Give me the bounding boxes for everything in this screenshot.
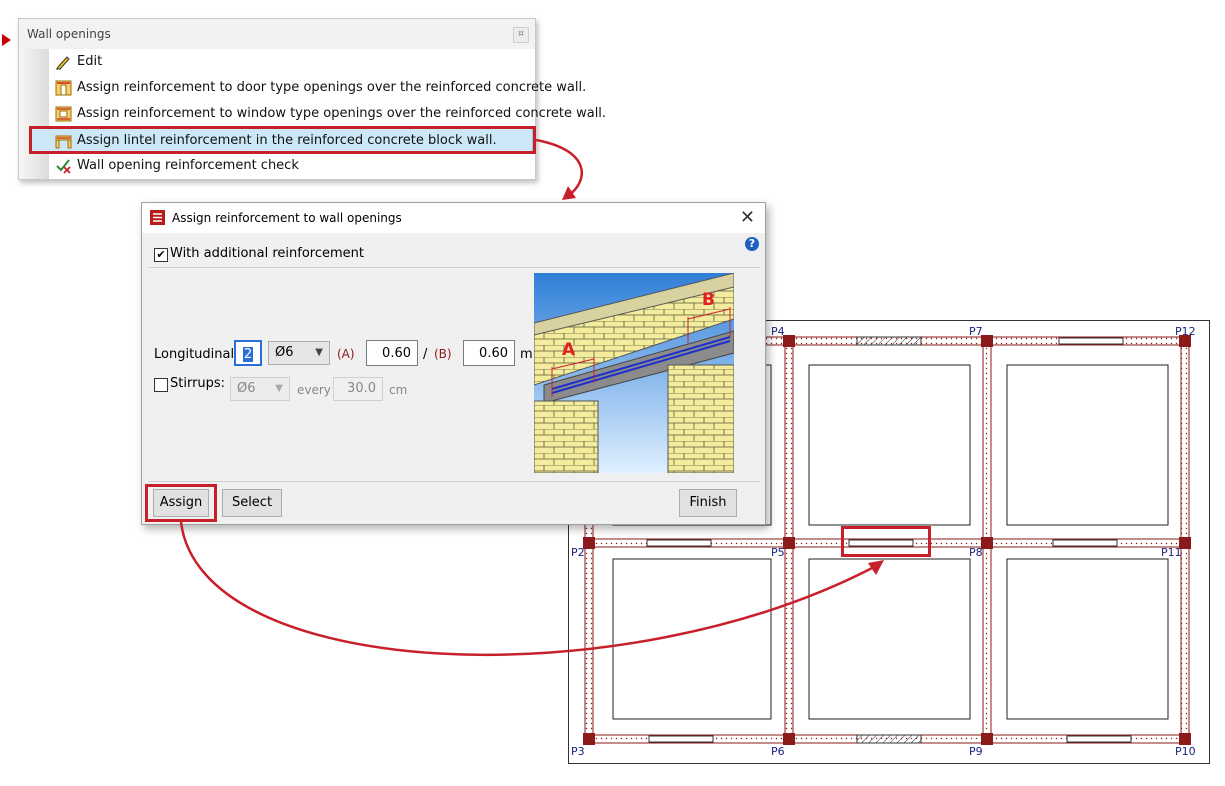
column-label: P5 [771,546,785,559]
menu-title: Wall openings [27,27,111,41]
menu-highlight-box [29,126,536,154]
column-label: P8 [969,546,983,559]
illustration-a-tag: A [562,340,576,360]
column-label: P4 [771,325,785,338]
menu-item-reinforcement-check[interactable]: Wall opening reinforcement check [51,154,531,178]
illustration-b-tag: B [702,290,715,310]
separator: / [423,347,428,362]
column-label: P3 [571,745,585,758]
stirrups-spacing-input: 30.0 [333,377,383,401]
column-label: P2 [571,546,585,559]
dialog-titlebar: Assign reinforcement to wall openings ✕ [142,203,765,233]
b-label: (B) [434,347,452,361]
close-icon[interactable]: ✕ [740,207,755,228]
app-icon [150,210,165,225]
check-icon [56,159,71,174]
menu-pointer-marker [2,34,11,46]
diameter-value: Ø6 [237,381,256,396]
dialog-title: Assign reinforcement to wall openings [172,211,402,225]
pencil-icon [56,56,70,70]
stirrups-diameter-select: Ø6 ▼ [230,377,290,401]
chevron-down-icon: ▼ [315,347,323,358]
diameter-value: Ø6 [275,345,294,360]
a-label: (A) [337,347,355,361]
stirrups-label: Stirrups: [170,376,226,391]
menu-item-label: Assign reinforcement to window type open… [77,106,607,121]
divider [148,481,760,482]
additional-reinforcement-label: With additional reinforcement [170,246,364,261]
menu-item-edit[interactable]: Edit [51,50,531,74]
assign-highlight-box [145,484,217,522]
menu-item-label: Wall opening reinforcement check [77,158,299,173]
a-length-input[interactable]: 0.60 [366,340,418,366]
spacing-unit: cm [389,383,408,397]
column-label: P9 [969,745,983,758]
longitudinal-count-input[interactable]: 2 [234,340,262,366]
menu-item-window-reinforcement[interactable]: Assign reinforcement to window type open… [51,102,606,126]
window-reinforcement-icon [55,106,72,122]
column-label: P11 [1161,546,1182,559]
help-icon[interactable]: ? [745,237,759,251]
chevron-down-icon: ▼ [275,383,283,394]
assign-reinforcement-dialog: Assign reinforcement to wall openings ✕ … [141,202,766,525]
every-label: every [297,383,331,397]
select-button[interactable]: Select [222,489,282,517]
menu-gutter [19,49,49,179]
column-label: P10 [1175,745,1196,758]
menu-item-door-reinforcement[interactable]: Assign reinforcement to door type openin… [51,76,586,100]
length-unit: m [520,347,533,362]
lintel-illustration: A B [534,273,734,473]
divider [148,267,760,268]
additional-reinforcement-checkbox[interactable]: ✔ [154,248,168,262]
target-opening-highlight [841,526,931,557]
pin-icon[interactable]: ¤ [513,27,529,43]
finish-button[interactable]: Finish [679,489,737,517]
menu-item-label: Assign reinforcement to door type openin… [77,80,587,95]
column-label: P6 [771,745,785,758]
b-length-input[interactable]: 0.60 [463,340,515,366]
stirrups-checkbox[interactable] [154,378,168,392]
column-label: P7 [969,325,983,338]
longitudinal-count-value: 2 [242,347,254,362]
wall-openings-menu: Wall openings ¤ Edit Assign reinforcemen… [18,18,606,180]
longitudinal-label: Longitudinal: [154,347,239,362]
longitudinal-diameter-select[interactable]: Ø6 ▼ [268,341,330,365]
column-label: P12 [1175,325,1196,338]
menu-item-label: Edit [77,54,103,69]
door-reinforcement-icon [55,80,72,96]
